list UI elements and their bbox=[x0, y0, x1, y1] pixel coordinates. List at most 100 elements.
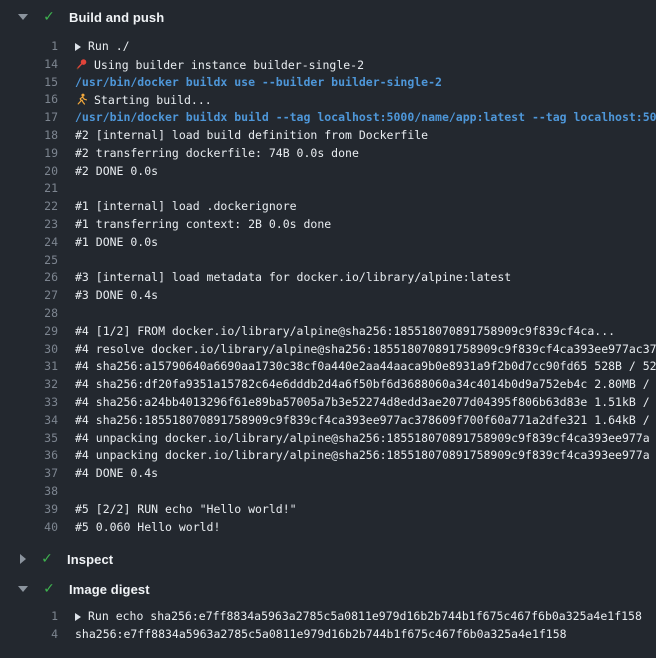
line-number[interactable]: 38 bbox=[0, 483, 58, 501]
line-number[interactable]: 18 bbox=[0, 127, 58, 145]
log-text-wrap: Starting build... bbox=[75, 91, 212, 109]
section-title: Inspect bbox=[67, 552, 113, 567]
line-number[interactable]: 40 bbox=[0, 519, 58, 537]
log-line: 24 #1 DONE 0.0s bbox=[0, 234, 656, 252]
line-number[interactable]: 4 bbox=[0, 626, 58, 644]
expand-step-icon[interactable] bbox=[75, 613, 81, 621]
line-number[interactable]: 15 bbox=[0, 74, 58, 92]
log-text: #4 DONE 0.4s bbox=[75, 466, 158, 480]
log-line: 31 #4 sha256:a15790640a6690aa1730c38cf0a4… bbox=[0, 358, 656, 376]
log-text-wrap: Run echo sha256:e7ff8834a5963a2785c5a081… bbox=[75, 608, 642, 626]
log-text-wrap: #2 DONE 0.0s bbox=[75, 163, 158, 181]
log-text: #4 unpacking docker.io/library/alpine@sh… bbox=[75, 431, 650, 445]
log-text: Starting build... bbox=[94, 93, 212, 107]
log-line: 20 #2 DONE 0.0s bbox=[0, 163, 656, 181]
line-number[interactable]: 29 bbox=[0, 323, 58, 341]
log-text: #5 [2/2] RUN echo "Hello world!" bbox=[75, 502, 297, 516]
log-text-wrap: #4 DONE 0.4s bbox=[75, 465, 158, 483]
section-log-build-and-push: 1 Run ./ 14 Using builder instance builder-… bbox=[0, 38, 656, 536]
line-number[interactable]: 22 bbox=[0, 198, 58, 216]
line-number[interactable]: 16 bbox=[0, 91, 58, 109]
log-text: #4 sha256:a24bb4013296f61e89ba57005a7b3e… bbox=[75, 395, 650, 409]
line-number[interactable]: 24 bbox=[0, 234, 58, 252]
log-line: 17/usr/bin/docker buildx build --tag loc… bbox=[0, 109, 656, 127]
log-text: #1 [internal] load .dockerignore bbox=[75, 199, 297, 213]
log-text-wrap: #4 [1/2] FROM docker.io/library/alpine@s… bbox=[75, 323, 615, 341]
section-header-build-and-push[interactable]: ✓Build and push bbox=[0, 0, 656, 34]
log-text-wrap: /usr/bin/docker buildx use --builder bui… bbox=[75, 74, 442, 92]
line-number[interactable]: 31 bbox=[0, 358, 58, 376]
log-line: 36 #4 unpacking docker.io/library/alpine@… bbox=[0, 447, 656, 465]
log-text-wrap: #1 DONE 0.0s bbox=[75, 234, 158, 252]
line-number[interactable]: 23 bbox=[0, 216, 58, 234]
log-line: 4 sha256:e7ff8834a5963a2785c5a0811e979d16… bbox=[0, 626, 656, 644]
log-text-wrap: #4 sha256:a15790640a6690aa1730c38cf0a440… bbox=[75, 358, 656, 376]
log-text-wrap: #5 [2/2] RUN echo "Hello world!" bbox=[75, 501, 297, 519]
log-text: #3 [internal] load metadata for docker.i… bbox=[75, 270, 511, 284]
line-number[interactable]: 20 bbox=[0, 163, 58, 181]
log-text-wrap: #4 sha256:185518070891758909c9f839cf4ca3… bbox=[75, 412, 650, 430]
line-number[interactable]: 26 bbox=[0, 269, 58, 287]
expand-step-icon[interactable] bbox=[75, 43, 81, 51]
log-line: 39 #5 [2/2] RUN echo "Hello world!" bbox=[0, 501, 656, 519]
line-number[interactable]: 35 bbox=[0, 430, 58, 448]
log-text-wrap: #4 resolve docker.io/library/alpine@sha2… bbox=[75, 341, 656, 359]
log-line: 21 bbox=[0, 180, 656, 198]
check-success-icon: ✓ bbox=[42, 581, 56, 597]
line-number[interactable]: 37 bbox=[0, 465, 58, 483]
log-text: #4 unpacking docker.io/library/alpine@sh… bbox=[75, 448, 650, 462]
chevron-down-icon[interactable] bbox=[18, 14, 28, 20]
line-number[interactable]: 30 bbox=[0, 341, 58, 359]
log-line: 38 bbox=[0, 483, 656, 501]
line-number[interactable]: 1 bbox=[0, 608, 58, 626]
log-text-wrap: #4 sha256:a24bb4013296f61e89ba57005a7b3e… bbox=[75, 394, 650, 412]
line-number[interactable]: 1 bbox=[0, 38, 58, 56]
log-line: 18 #2 [internal] load build definition fr… bbox=[0, 127, 656, 145]
chevron-right-icon[interactable] bbox=[20, 554, 26, 564]
log-text-wrap: /usr/bin/docker buildx build --tag local… bbox=[75, 109, 656, 127]
log-line: 29 #4 [1/2] FROM docker.io/library/alpine… bbox=[0, 323, 656, 341]
log-text-wrap: #2 [internal] load build definition from… bbox=[75, 127, 428, 145]
log-text-wrap: #4 unpacking docker.io/library/alpine@sh… bbox=[75, 447, 650, 465]
chevron-down-icon[interactable] bbox=[18, 586, 28, 592]
log-text: #4 sha256:a15790640a6690aa1730c38cf0a440… bbox=[75, 359, 656, 373]
log-text: #4 sha256:185518070891758909c9f839cf4ca3… bbox=[75, 413, 650, 427]
log-text-wrap: sha256:e7ff8834a5963a2785c5a0811e979d16b… bbox=[75, 626, 567, 644]
log-text-wrap: #2 transferring dockerfile: 74B 0.0s don… bbox=[75, 145, 359, 163]
pushpin-icon bbox=[75, 58, 88, 71]
log-text-wrap: #5 0.060 Hello world! bbox=[75, 519, 220, 537]
section-header-image-digest[interactable]: ✓ Image digest bbox=[0, 574, 656, 604]
log-line: 25 bbox=[0, 252, 656, 270]
log-line: 14 Using builder instance builder-single-… bbox=[0, 56, 656, 74]
log-line: 32#4 sha256:df20fa9351a15782c64e6dddb2d4… bbox=[0, 376, 656, 394]
check-success-icon: ✓ bbox=[40, 551, 54, 567]
log-text-wrap: #3 DONE 0.4s bbox=[75, 287, 158, 305]
log-text-wrap: #1 [internal] load .dockerignore bbox=[75, 198, 297, 216]
line-number[interactable]: 33 bbox=[0, 394, 58, 412]
line-number[interactable]: 21 bbox=[0, 180, 58, 198]
line-number[interactable]: 39 bbox=[0, 501, 58, 519]
log-text: #4 [1/2] FROM docker.io/library/alpine@s… bbox=[75, 324, 615, 338]
line-number[interactable]: 27 bbox=[0, 287, 58, 305]
log-line: 16 Starting build... bbox=[0, 91, 656, 109]
log-line: 19 #2 transferring dockerfile: 74B 0.0s d… bbox=[0, 145, 656, 163]
line-number[interactable]: 28 bbox=[0, 305, 58, 323]
line-number[interactable]: 14 bbox=[0, 56, 58, 74]
log-text: #3 DONE 0.4s bbox=[75, 288, 158, 302]
log-text: Run ./ bbox=[88, 39, 130, 53]
log-text: sha256:e7ff8834a5963a2785c5a0811e979d16b… bbox=[75, 627, 567, 641]
section-header-inspect[interactable]: ✓ Inspect bbox=[0, 544, 656, 574]
line-number[interactable]: 25 bbox=[0, 252, 58, 270]
line-number[interactable]: 32 bbox=[0, 376, 58, 394]
line-number[interactable]: 17 bbox=[0, 109, 58, 127]
log-text: Using builder instance builder-single-2 bbox=[94, 58, 364, 72]
line-number[interactable]: 36 bbox=[0, 447, 58, 465]
section-title: Image digest bbox=[69, 582, 150, 597]
line-number[interactable]: 19 bbox=[0, 145, 58, 163]
log-text-wrap: #1 transferring context: 2B 0.0s done bbox=[75, 216, 331, 234]
log-line: 1 Run ./ bbox=[0, 38, 656, 56]
log-line: 1 Run echo sha256:e7ff8834a5963a2785c5a08… bbox=[0, 608, 656, 626]
line-number[interactable]: 34 bbox=[0, 412, 58, 430]
log-line: 15/usr/bin/docker buildx use --builder b… bbox=[0, 74, 656, 92]
log-line: 35 #4 unpacking docker.io/library/alpine@… bbox=[0, 430, 656, 448]
